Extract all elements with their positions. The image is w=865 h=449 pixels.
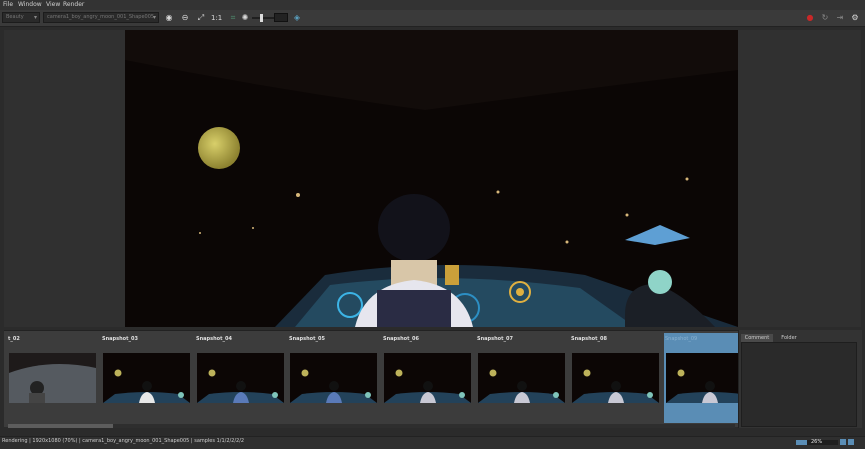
menu-bar: File Window View Render (0, 0, 865, 10)
grid-view-icon[interactable] (840, 439, 846, 445)
snapshot-label: t_02 (8, 336, 20, 342)
snapshot-card[interactable]: Snapshot_04 (195, 333, 287, 423)
list-view-icon[interactable] (848, 439, 854, 445)
menu-file[interactable]: File (3, 1, 13, 8)
render-mode-value: Beauty (6, 14, 24, 20)
color-picker-icon[interactable]: ◈ (292, 13, 302, 23)
snapshot-icon[interactable]: ◉ (164, 13, 174, 23)
comment-panel[interactable] (741, 342, 857, 427)
snapshot-card[interactable]: Snapshot_03 (101, 333, 193, 423)
render-progress-label: 26% (811, 439, 823, 445)
camera-value: camera1_boy_angry_moon_001_Shape005 (47, 14, 155, 20)
chevron-down-icon: ▾ (33, 14, 37, 21)
snapshot-thumbnail (9, 353, 96, 403)
zoom-out-icon[interactable]: ⊖ (180, 13, 190, 23)
snapshot-thumbnail (290, 353, 377, 403)
camera-dropdown[interactable]: camera1_boy_angry_moon_001_Shape005 ▾ (43, 12, 159, 23)
menu-window[interactable]: Window (18, 1, 42, 8)
status-text: Rendering | 1920x1080 (70%) | camera1_bo… (2, 438, 245, 444)
tab-comment[interactable]: Comment (741, 334, 773, 342)
chevron-down-icon: ▾ (152, 14, 156, 21)
exposure-icon[interactable]: ✺ (240, 13, 250, 23)
snapshot-label: Snapshot_03 (102, 336, 138, 342)
render-progress-fill (796, 440, 807, 445)
zoom-level[interactable]: 1:1 (211, 13, 222, 23)
gear-icon[interactable]: ⚙ (850, 13, 860, 23)
render-image (125, 30, 738, 327)
snapshot-label: Snapshot_04 (196, 336, 232, 342)
tab-folder[interactable]: Folder (775, 334, 803, 342)
refresh-icon[interactable]: ↻ (820, 13, 830, 23)
snapshot-label: Snapshot_08 (571, 336, 607, 342)
gallery-scrollbar-thumb[interactable] (8, 424, 113, 428)
snapshot-thumbnail (384, 353, 471, 403)
snapshot-card[interactable]: Snapshot_06 (382, 333, 474, 423)
snapshot-label: Snapshot_05 (289, 336, 325, 342)
snapshot-card[interactable]: Snapshot_07 (476, 333, 568, 423)
snapshot-card[interactable]: Snapshot_08 (570, 333, 662, 423)
render-mode-dropdown[interactable]: Beauty ▾ (2, 12, 40, 23)
menu-render[interactable]: Render (63, 1, 84, 8)
exposure-input[interactable] (274, 13, 288, 22)
stop-render-icon[interactable]: ● (805, 13, 815, 23)
region-icon[interactable]: ⌗ (228, 13, 238, 23)
snapshot-thumbnail (103, 353, 190, 403)
toolbar: Beauty ▾ camera1_boy_angry_moon_001_Shap… (0, 10, 865, 27)
snapshot-label: Snapshot_06 (383, 336, 419, 342)
menu-view[interactable]: View (46, 1, 60, 8)
snapshot-thumbnail (197, 353, 284, 403)
gallery-scrollbar[interactable] (8, 424, 735, 428)
snapshot-card[interactable]: Snapshot_05 (288, 333, 380, 423)
snapshot-label: Snapshot_07 (477, 336, 513, 342)
snapshot-card[interactable]: t_02 (7, 333, 99, 423)
snapshot-thumbnail (572, 353, 659, 403)
pin-icon[interactable]: ⇥ (835, 13, 845, 23)
snapshot-thumbnail (478, 353, 565, 403)
snapshot-label: Snapshot_09 (665, 336, 698, 342)
fit-view-icon[interactable]: ⤢ (196, 13, 206, 23)
exposure-slider-handle[interactable] (260, 14, 263, 22)
